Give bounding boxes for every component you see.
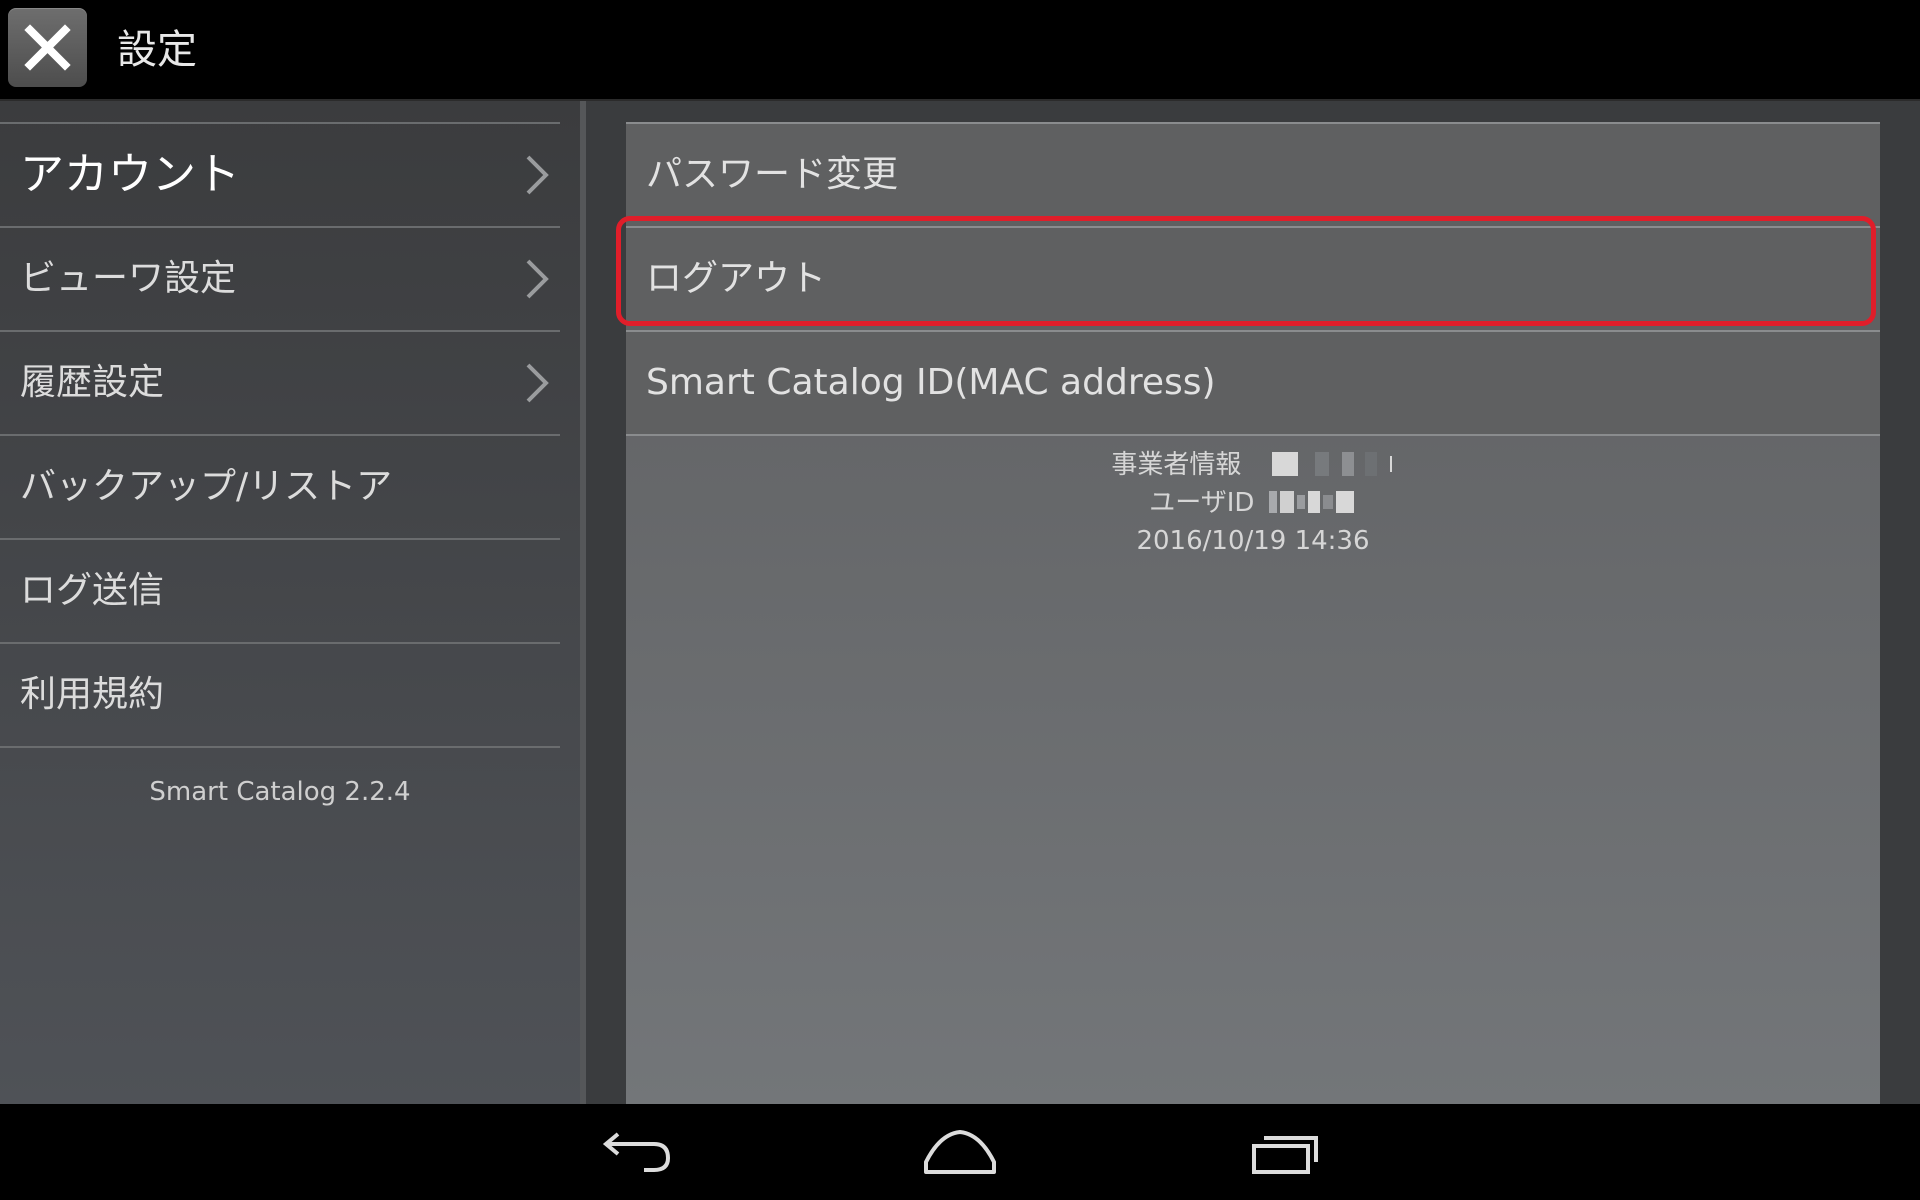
timestamp: 2016/10/19 14:36 bbox=[1136, 526, 1370, 556]
list-item-label: パスワード変更 bbox=[646, 154, 899, 195]
settings-screen: 設定 アカウント ビューワ設定 履歴設定 バックアップ/リストア ログ送信 利用… bbox=[0, 0, 1920, 1200]
business-info-label: 事業者情報 bbox=[1111, 450, 1242, 480]
sidebar-item-label: ログ送信 bbox=[20, 570, 165, 611]
chevron-right-icon bbox=[526, 363, 549, 403]
chevron-right-icon bbox=[526, 259, 549, 299]
sidebar-item-label: バックアップ/リストア bbox=[20, 466, 393, 507]
sidebar-item-viewer-settings[interactable]: ビューワ設定 bbox=[0, 228, 560, 332]
sidebar-item-label: ビューワ設定 bbox=[20, 258, 237, 299]
pane-divider bbox=[580, 101, 586, 1104]
settings-sidebar: アカウント ビューワ設定 履歴設定 バックアップ/リストア ログ送信 利用規約 … bbox=[0, 101, 580, 1104]
close-icon bbox=[24, 24, 71, 71]
home-button[interactable] bbox=[912, 1120, 1008, 1184]
recent-apps-button[interactable] bbox=[1238, 1120, 1334, 1184]
chevron-right-icon bbox=[526, 155, 549, 195]
action-bar: 設定 bbox=[0, 0, 1920, 101]
app-version: Smart Catalog 2.2.4 bbox=[149, 777, 411, 807]
user-id-row: ユーザID bbox=[626, 484, 1880, 522]
system-navigation-bar bbox=[0, 1104, 1920, 1200]
home-icon bbox=[924, 1130, 996, 1174]
account-info: 事業者情報 ユーザID 2016/10/19 14:36 bbox=[626, 446, 1880, 560]
page-title: 設定 bbox=[117, 27, 197, 73]
sidebar-item-account[interactable]: アカウント bbox=[0, 124, 560, 228]
business-info-row: 事業者情報 bbox=[626, 446, 1880, 484]
content-area: アカウント ビューワ設定 履歴設定 バックアップ/リストア ログ送信 利用規約 … bbox=[0, 101, 1920, 1104]
change-password-item[interactable]: パスワード変更 bbox=[626, 124, 1880, 228]
sidebar-item-send-log[interactable]: ログ送信 bbox=[0, 540, 560, 644]
account-options-list: パスワード変更 ログアウト Smart Catalog ID(MAC addre… bbox=[626, 122, 1880, 436]
redacted-user-id bbox=[1268, 483, 1357, 521]
back-icon bbox=[602, 1132, 671, 1172]
smart-catalog-id-item[interactable]: Smart Catalog ID(MAC address) bbox=[626, 332, 1880, 436]
detail-pane: パスワード変更 ログアウト Smart Catalog ID(MAC addre… bbox=[616, 122, 1880, 1104]
logout-item[interactable]: ログアウト bbox=[626, 228, 1880, 332]
sidebar-item-label: アカウント bbox=[20, 149, 240, 200]
recent-apps-icon bbox=[1252, 1136, 1318, 1174]
back-button[interactable] bbox=[588, 1120, 684, 1184]
sidebar-item-terms-of-use[interactable]: 利用規約 bbox=[0, 644, 560, 748]
sidebar-list: アカウント ビューワ設定 履歴設定 バックアップ/リストア ログ送信 利用規約 bbox=[0, 122, 560, 748]
sidebar-item-history-settings[interactable]: 履歴設定 bbox=[0, 332, 560, 436]
list-item-label: Smart Catalog ID(MAC address) bbox=[646, 362, 1216, 403]
user-id-label: ユーザID bbox=[1149, 488, 1255, 518]
close-button[interactable] bbox=[8, 8, 87, 87]
list-item-label: ログアウト bbox=[646, 258, 827, 299]
sidebar-item-label: 利用規約 bbox=[20, 674, 165, 715]
sidebar-item-label: 履歴設定 bbox=[20, 362, 165, 403]
sidebar-item-backup-restore[interactable]: バックアップ/リストア bbox=[0, 436, 560, 540]
redacted-business-info bbox=[1271, 445, 1395, 483]
